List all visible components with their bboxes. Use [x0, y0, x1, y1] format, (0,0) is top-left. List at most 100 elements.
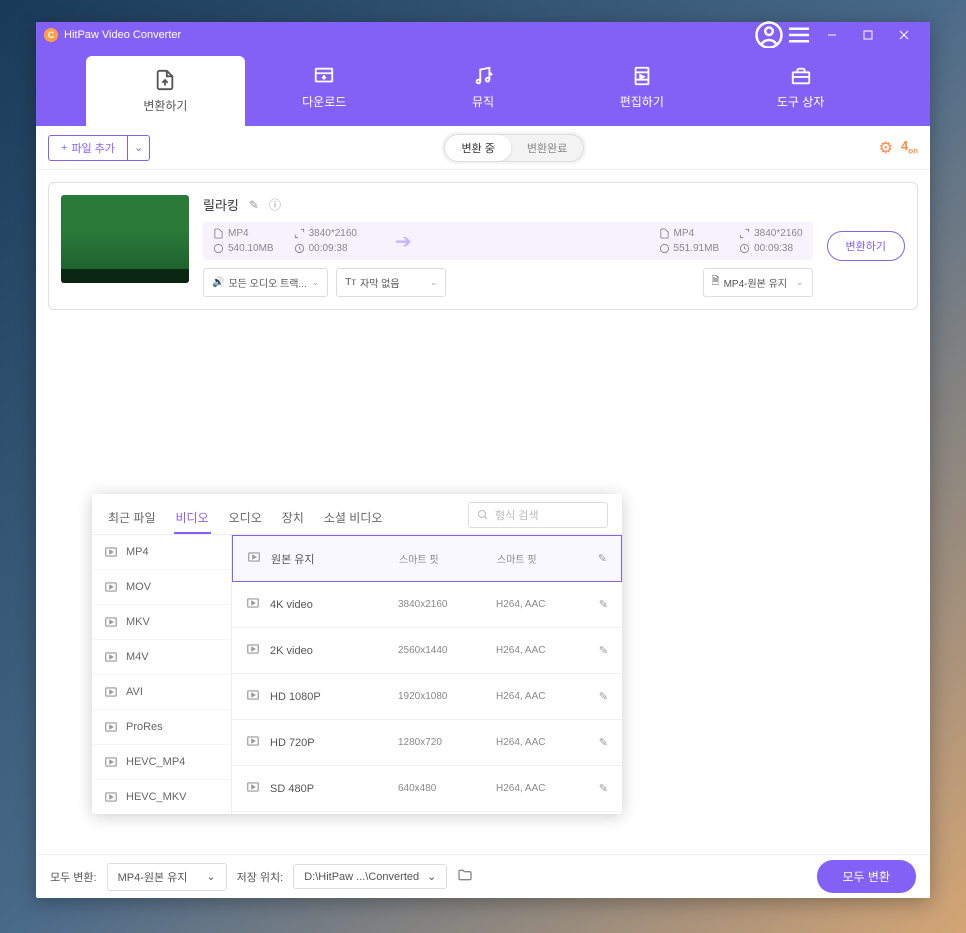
- format-list[interactable]: MP4MOVMKVM4VAVIProResHEVC_MP4HEVC_MKV: [92, 535, 232, 814]
- video-icon: [247, 550, 263, 567]
- account-icon[interactable]: [754, 22, 784, 48]
- tab-convert[interactable]: 변환하기: [86, 56, 245, 126]
- preset-codec: H264, AAC: [496, 645, 591, 656]
- video-icon: [246, 734, 262, 751]
- output-format-select[interactable]: 🗎MP4-원본 유지⌄: [703, 268, 813, 297]
- footer: 모두 변환: MP4-원본 유지⌄ 저장 위치: D:\HitPaw ...\C…: [36, 854, 930, 898]
- save-location-label: 저장 위치:: [237, 869, 284, 885]
- convert-all-button[interactable]: 모두 변환: [817, 860, 917, 893]
- music-icon: [472, 65, 494, 87]
- menu-icon[interactable]: [784, 22, 814, 48]
- preset-name: 4K video: [270, 599, 390, 611]
- maximize-button[interactable]: [850, 22, 886, 48]
- info-icon[interactable]: ⓘ: [269, 196, 281, 213]
- preset-item[interactable]: 원본 유지스마트 핏스마트 핏✎: [232, 535, 622, 582]
- toolbar: +파일 추가 ⌄ 변환 중 변환완료 ⚙ 4on: [36, 126, 930, 170]
- format-item-m4v[interactable]: M4V: [92, 640, 231, 675]
- preset-edit-icon[interactable]: ✎: [598, 552, 607, 565]
- preset-name: SD 480P: [270, 783, 390, 795]
- ptab-device[interactable]: 장치: [280, 503, 306, 534]
- preset-edit-icon[interactable]: ✎: [599, 644, 608, 657]
- audio-icon: 🔊: [212, 277, 224, 288]
- chevron-down-icon: ⌄: [134, 142, 143, 154]
- size-icon: [213, 243, 224, 254]
- preset-resolution: 1280x720: [398, 737, 488, 748]
- app-logo-icon: C: [44, 28, 58, 42]
- conversion-info-row: MP4 3840*2160 540.10MB 00:09:38 ➔ MP4 38…: [203, 222, 813, 260]
- open-folder-button[interactable]: [457, 867, 473, 886]
- app-window: C HitPaw Video Converter 변환하기 다운로드 뮤직 편집…: [36, 22, 930, 898]
- clock-icon: [294, 243, 305, 254]
- preset-edit-icon[interactable]: ✎: [599, 598, 608, 611]
- video-icon: [246, 642, 262, 659]
- preset-item[interactable]: 2K video 2560x1440 H264, AAC ✎: [232, 628, 622, 674]
- format-search-input[interactable]: 형식 검색: [468, 502, 608, 528]
- gpu-toggle-icon[interactable]: ⚙: [879, 138, 893, 158]
- convert-all-format-select[interactable]: MP4-원본 유지⌄: [107, 863, 227, 891]
- file-icon: 🗎: [712, 274, 720, 291]
- preset-list[interactable]: 원본 유지스마트 핏스마트 핏✎4K video3840x2160H264, A…: [232, 535, 622, 814]
- chevron-down-icon: ⌄: [312, 277, 320, 288]
- format-item-avi[interactable]: AVI: [92, 675, 231, 710]
- audio-track-select[interactable]: 🔊모든 오디오 트랙...⌄: [203, 268, 328, 297]
- video-icon: [246, 596, 262, 613]
- tab-edit[interactable]: 편집하기: [562, 48, 721, 126]
- preset-item[interactable]: 4K video 3840x2160 H264, AAC ✎: [232, 582, 622, 628]
- format-item-mp4[interactable]: MP4: [92, 535, 231, 570]
- chevron-down-icon: ⌄: [206, 870, 215, 883]
- ptab-social[interactable]: 소셜 비디오: [322, 503, 385, 534]
- rename-icon[interactable]: ✎: [249, 198, 259, 212]
- app-title: HitPaw Video Converter: [64, 29, 181, 41]
- tab-music[interactable]: 뮤직: [404, 48, 563, 126]
- preset-resolution: 640x480: [398, 783, 488, 794]
- format-item-mkv[interactable]: MKV: [92, 605, 231, 640]
- ptab-recent[interactable]: 최근 파일: [106, 503, 158, 534]
- preset-item[interactable]: HD 720P1280x720H264, AAC✎: [232, 720, 622, 766]
- seg-done[interactable]: 변환완료: [511, 135, 583, 161]
- preset-resolution: 2560x1440: [398, 645, 488, 656]
- add-file-dropdown[interactable]: ⌄: [128, 135, 150, 161]
- preset-name: HD 1080P: [270, 691, 390, 703]
- video-thumbnail[interactable]: [61, 195, 189, 283]
- subtitle-select[interactable]: Tт자막 없음⌄: [336, 268, 446, 297]
- arrow-right-icon: ➔: [395, 229, 412, 254]
- speed-toggle-icon[interactable]: 4on: [901, 138, 918, 158]
- file-icon: [659, 228, 670, 239]
- preset-resolution: 스마트 핏: [399, 551, 489, 566]
- tab-download[interactable]: 다운로드: [245, 48, 404, 126]
- file-icon: [213, 228, 224, 239]
- navbar: 변환하기 다운로드 뮤직 편집하기 도구 상자: [36, 48, 930, 126]
- clock-icon: [739, 243, 750, 254]
- status-segmented: 변환 중 변환완료: [444, 134, 584, 162]
- preset-codec: H264, AAC: [496, 737, 591, 748]
- ptab-audio[interactable]: 오디오: [227, 503, 264, 534]
- minimize-button[interactable]: [814, 22, 850, 48]
- titlebar: C HitPaw Video Converter: [36, 22, 930, 48]
- preset-name: 2K video: [270, 645, 390, 657]
- format-item-mov[interactable]: MOV: [92, 570, 231, 605]
- add-file-button[interactable]: +파일 추가: [48, 135, 128, 161]
- resolution-icon: [294, 228, 305, 239]
- tab-toolbox[interactable]: 도구 상자: [721, 48, 880, 126]
- seg-converting[interactable]: 변환 중: [445, 135, 510, 161]
- preset-edit-icon[interactable]: ✎: [599, 782, 608, 795]
- format-item-hevc_mkv[interactable]: HEVC_MKV: [92, 780, 231, 814]
- subtitle-icon: Tт: [345, 277, 356, 288]
- preset-resolution: 1920x1080: [398, 691, 488, 702]
- format-item-prores[interactable]: ProRes: [92, 710, 231, 745]
- preset-codec: H264, AAC: [496, 783, 591, 794]
- preset-item[interactable]: SD 480P 640x480 H264, AAC ✎: [232, 766, 622, 812]
- convert-item-button[interactable]: 변환하기: [827, 231, 905, 261]
- chevron-down-icon: ⌄: [796, 277, 804, 288]
- save-location-select[interactable]: D:\HitPaw ...\Converted⌄: [293, 864, 447, 889]
- preset-edit-icon[interactable]: ✎: [599, 690, 608, 703]
- preset-codec: H264, AAC: [496, 599, 591, 610]
- preset-resolution: 3840x2160: [398, 599, 488, 610]
- preset-name: 원본 유지: [271, 551, 391, 567]
- preset-item[interactable]: HD 1080P1920x1080H264, AAC✎: [232, 674, 622, 720]
- preset-edit-icon[interactable]: ✎: [599, 736, 608, 749]
- ptab-video[interactable]: 비디오: [174, 503, 211, 534]
- video-icon: [246, 688, 262, 705]
- format-item-hevc_mp4[interactable]: HEVC_MP4: [92, 745, 231, 780]
- close-button[interactable]: [886, 22, 922, 48]
